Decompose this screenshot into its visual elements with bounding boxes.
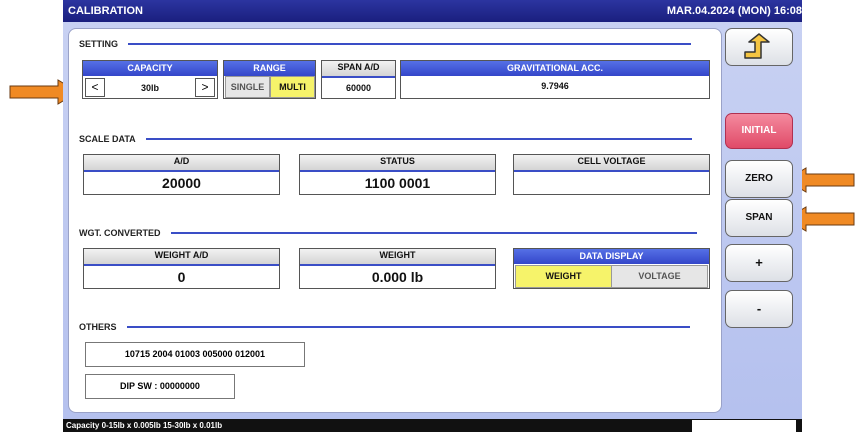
date-time: MAR.04.2024 (MON) 16:08	[666, 5, 802, 17]
capacity-value: 30lb	[140, 83, 159, 93]
capacity-header: CAPACITY	[83, 61, 217, 76]
data-display-box: DATA DISPLAY WEIGHT VOLTAGE	[513, 248, 710, 289]
span-button[interactable]: SPAN	[725, 199, 793, 237]
weight-value: 0.000 lb	[371, 269, 424, 285]
range-box: RANGE SINGLE MULTI	[223, 60, 316, 99]
status-field	[692, 420, 796, 432]
calibration-screen: CALIBRATION MAR.04.2024 (MON) 16:08 SETT…	[63, 0, 802, 432]
weight-ad-value: 0	[177, 269, 186, 285]
cell-voltage-box: CELL VOLTAGE	[513, 154, 710, 195]
capacity-info-text: Capacity 0-15lb x 0.005lb 15-30lb x 0.01…	[66, 421, 223, 430]
status-header: STATUS	[300, 155, 495, 172]
span-ad-box: SPAN A/D 60000	[321, 60, 396, 99]
divider	[170, 232, 697, 234]
zero-button[interactable]: ZERO	[725, 160, 793, 198]
capacity-next-button[interactable]: >	[195, 78, 215, 97]
ad-box: A/D 20000	[83, 154, 280, 195]
section-others: OTHERS	[79, 322, 690, 332]
range-multi-toggle[interactable]: MULTI	[270, 76, 315, 98]
weight-ad-box: WEIGHT A/D 0	[83, 248, 280, 289]
ad-header: A/D	[84, 155, 279, 172]
back-button[interactable]	[725, 28, 793, 66]
weight-header: WEIGHT	[300, 249, 495, 266]
section-setting: SETTING	[79, 39, 692, 49]
window-title: CALIBRATION	[68, 5, 143, 17]
divider	[126, 326, 690, 328]
version-code: 10715 2004 01003 005000 012001	[85, 342, 305, 367]
ad-value: 20000	[162, 175, 201, 191]
main-panel: SETTING CAPACITY < 30lb > RANGE SINGLE M…	[68, 28, 722, 413]
dip-switch-status: DIP SW : 00000000	[85, 374, 235, 399]
section-label: SCALE DATA	[79, 134, 136, 144]
data-display-voltage-toggle[interactable]: VOLTAGE	[611, 265, 708, 288]
section-scale-data: SCALE DATA	[79, 134, 692, 144]
capacity-box: CAPACITY < 30lb >	[82, 60, 218, 99]
data-display-header: DATA DISPLAY	[514, 249, 709, 264]
return-arrow-icon	[744, 33, 770, 59]
data-display-weight-toggle[interactable]: WEIGHT	[515, 265, 612, 288]
gravitational-acc-value: 9.7946	[541, 81, 569, 91]
plus-button[interactable]: +	[725, 244, 793, 282]
minus-button[interactable]: -	[725, 290, 793, 328]
span-ad-header: SPAN A/D	[322, 61, 395, 78]
divider	[145, 138, 692, 140]
status-value: 1100 0001	[364, 175, 431, 191]
section-wgt-converted: WGT. CONVERTED	[79, 228, 697, 238]
span-ad-value: 60000	[345, 83, 372, 93]
divider	[128, 43, 692, 45]
section-label: SETTING	[79, 39, 119, 49]
capacity-prev-button[interactable]: <	[85, 78, 105, 97]
initial-button[interactable]: INITIAL	[725, 113, 793, 149]
range-header: RANGE	[224, 61, 315, 76]
weight-ad-header: WEIGHT A/D	[84, 249, 279, 266]
section-label: OTHERS	[79, 322, 117, 332]
gravitational-acc-header: GRAVITATIONAL ACC.	[401, 61, 709, 76]
title-bar: CALIBRATION MAR.04.2024 (MON) 16:08	[63, 0, 802, 22]
status-box: STATUS 1100 0001	[299, 154, 496, 195]
status-bar: Capacity 0-15lb x 0.005lb 15-30lb x 0.01…	[63, 419, 802, 432]
weight-box: WEIGHT 0.000 lb	[299, 248, 496, 289]
range-single-toggle[interactable]: SINGLE	[225, 76, 270, 98]
cell-voltage-header: CELL VOLTAGE	[514, 155, 709, 172]
gravitational-acc-box: GRAVITATIONAL ACC. 9.7946	[400, 60, 710, 99]
section-label: WGT. CONVERTED	[79, 228, 161, 238]
